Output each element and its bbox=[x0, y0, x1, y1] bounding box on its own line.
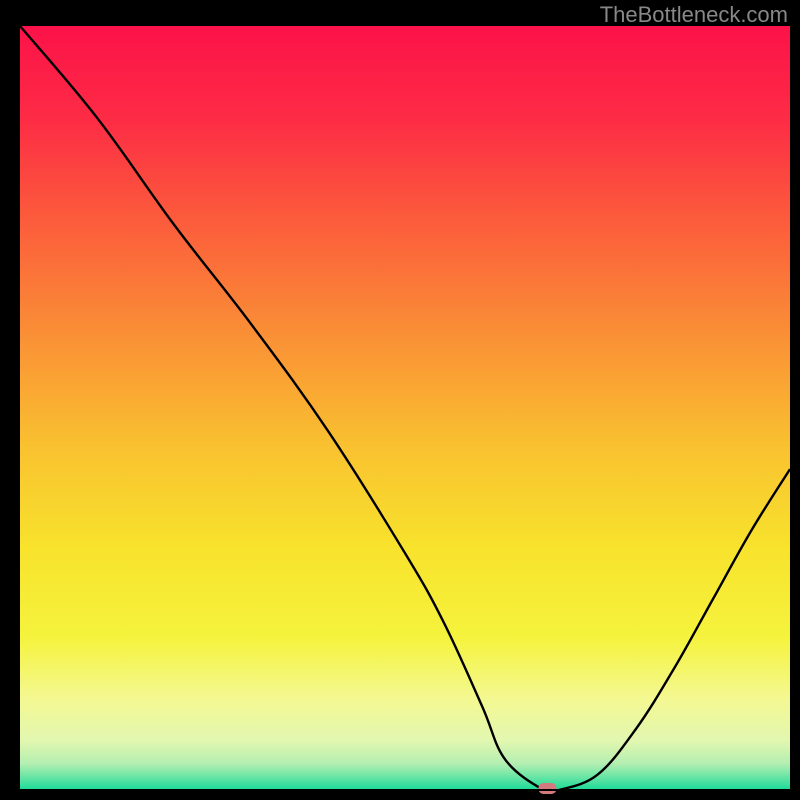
optimum-marker bbox=[538, 783, 556, 794]
chart-background bbox=[20, 26, 790, 790]
bottleneck-chart bbox=[0, 0, 800, 800]
chart-container: TheBottleneck.com bbox=[0, 0, 800, 800]
